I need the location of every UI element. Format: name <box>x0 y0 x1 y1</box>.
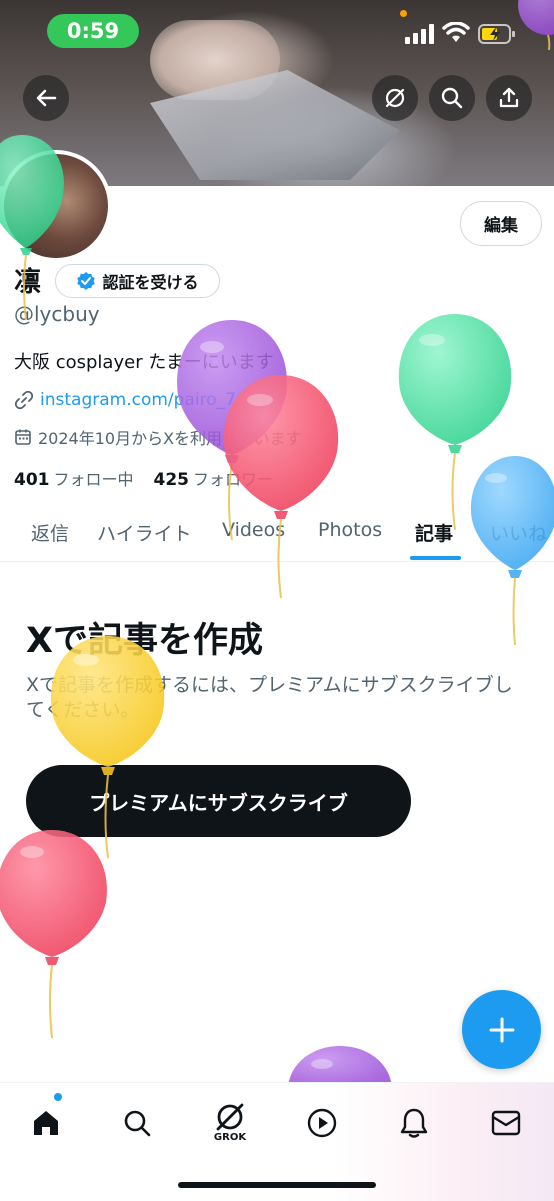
search-button[interactable] <box>429 75 475 121</box>
joined-date: 2024年10月からXを利用しています <box>14 425 302 449</box>
wifi-icon <box>442 21 470 48</box>
article-description: Xで記事を作成するには、プレミアムにサブスクライブしてください。 <box>26 674 513 721</box>
tab-videos[interactable]: Videos <box>222 519 285 541</box>
nav-video[interactable] <box>300 1101 344 1145</box>
tab-photos[interactable]: Photos <box>318 519 382 541</box>
followers-count: 425 <box>153 470 190 490</box>
balloon-green-right <box>398 314 512 531</box>
grok-analyze-button[interactable] <box>372 75 418 121</box>
back-arrow-icon <box>36 89 57 107</box>
search-icon <box>441 87 463 109</box>
bio: 大阪 cosplayer たまーにいます <box>14 352 274 373</box>
balloon-red-left <box>0 830 107 1039</box>
edit-profile-button[interactable]: 編集 <box>460 201 542 246</box>
following-stat[interactable]: 401 フォロー中 <box>14 466 134 490</box>
status-orange-dot <box>400 10 407 17</box>
display-name: 凛 <box>14 267 41 298</box>
calendar-icon <box>15 429 31 445</box>
avatar[interactable] <box>0 150 112 262</box>
bell-icon <box>400 1108 428 1138</box>
play-icon <box>307 1108 337 1138</box>
home-icon <box>34 1111 58 1135</box>
subscribe-premium-button[interactable]: プレミアムにサブスクライブ <box>26 765 411 837</box>
share-icon <box>499 87 519 108</box>
verified-badge-icon <box>77 272 96 290</box>
follow-stats: 401 フォロー中 425 フォロワー <box>14 466 273 490</box>
mail-icon <box>491 1110 521 1136</box>
nav-grok[interactable]: GROK <box>208 1095 252 1147</box>
profile-link-text[interactable]: instagram.com/pairo_7... <box>40 390 252 410</box>
tab-highlights[interactable]: ハイライト <box>97 519 192 546</box>
nav-notifications[interactable] <box>392 1101 436 1145</box>
link-icon <box>14 390 34 410</box>
followers-label: フォロワー <box>193 470 274 489</box>
tab-articles[interactable]: 記事 <box>415 519 453 546</box>
search-icon <box>124 1110 151 1137</box>
tab-replies[interactable]: 返信 <box>31 519 69 546</box>
compose-button[interactable] <box>462 990 541 1069</box>
profile-link[interactable]: instagram.com/pairo_7... <box>14 390 252 410</box>
following-count: 401 <box>14 470 50 490</box>
article-title: Xで記事を作成 <box>26 621 263 661</box>
signal-icon <box>405 24 435 48</box>
plus-icon <box>489 1017 514 1042</box>
profile-tabs: 返信 ハイライト Videos Photos 記事 いいね <box>0 505 554 562</box>
followers-stat[interactable]: 425 フォロワー <box>154 466 274 490</box>
nav-search[interactable] <box>115 1101 159 1145</box>
active-tab-indicator <box>410 556 461 560</box>
nav-home[interactable] <box>24 1101 68 1145</box>
nav-messages[interactable] <box>484 1101 528 1145</box>
user-handle: @lycbuy <box>14 302 100 326</box>
grok-icon <box>216 1103 244 1130</box>
share-button[interactable] <box>486 75 532 121</box>
verify-label: 認証を受ける <box>102 273 199 292</box>
status-time: 0:59 <box>47 14 139 48</box>
home-indicator <box>178 1182 376 1188</box>
verify-button[interactable]: 認証を受ける <box>55 264 220 298</box>
joined-text: 2024年10月からXを利用しています <box>38 429 302 448</box>
grok-label: GROK <box>213 1131 247 1143</box>
battery-icon <box>478 24 516 48</box>
home-notification-dot <box>54 1093 62 1101</box>
back-button[interactable] <box>23 75 69 121</box>
tab-likes[interactable]: いいね <box>490 519 547 546</box>
grok-icon <box>385 88 405 108</box>
following-label: フォロー中 <box>53 470 134 489</box>
